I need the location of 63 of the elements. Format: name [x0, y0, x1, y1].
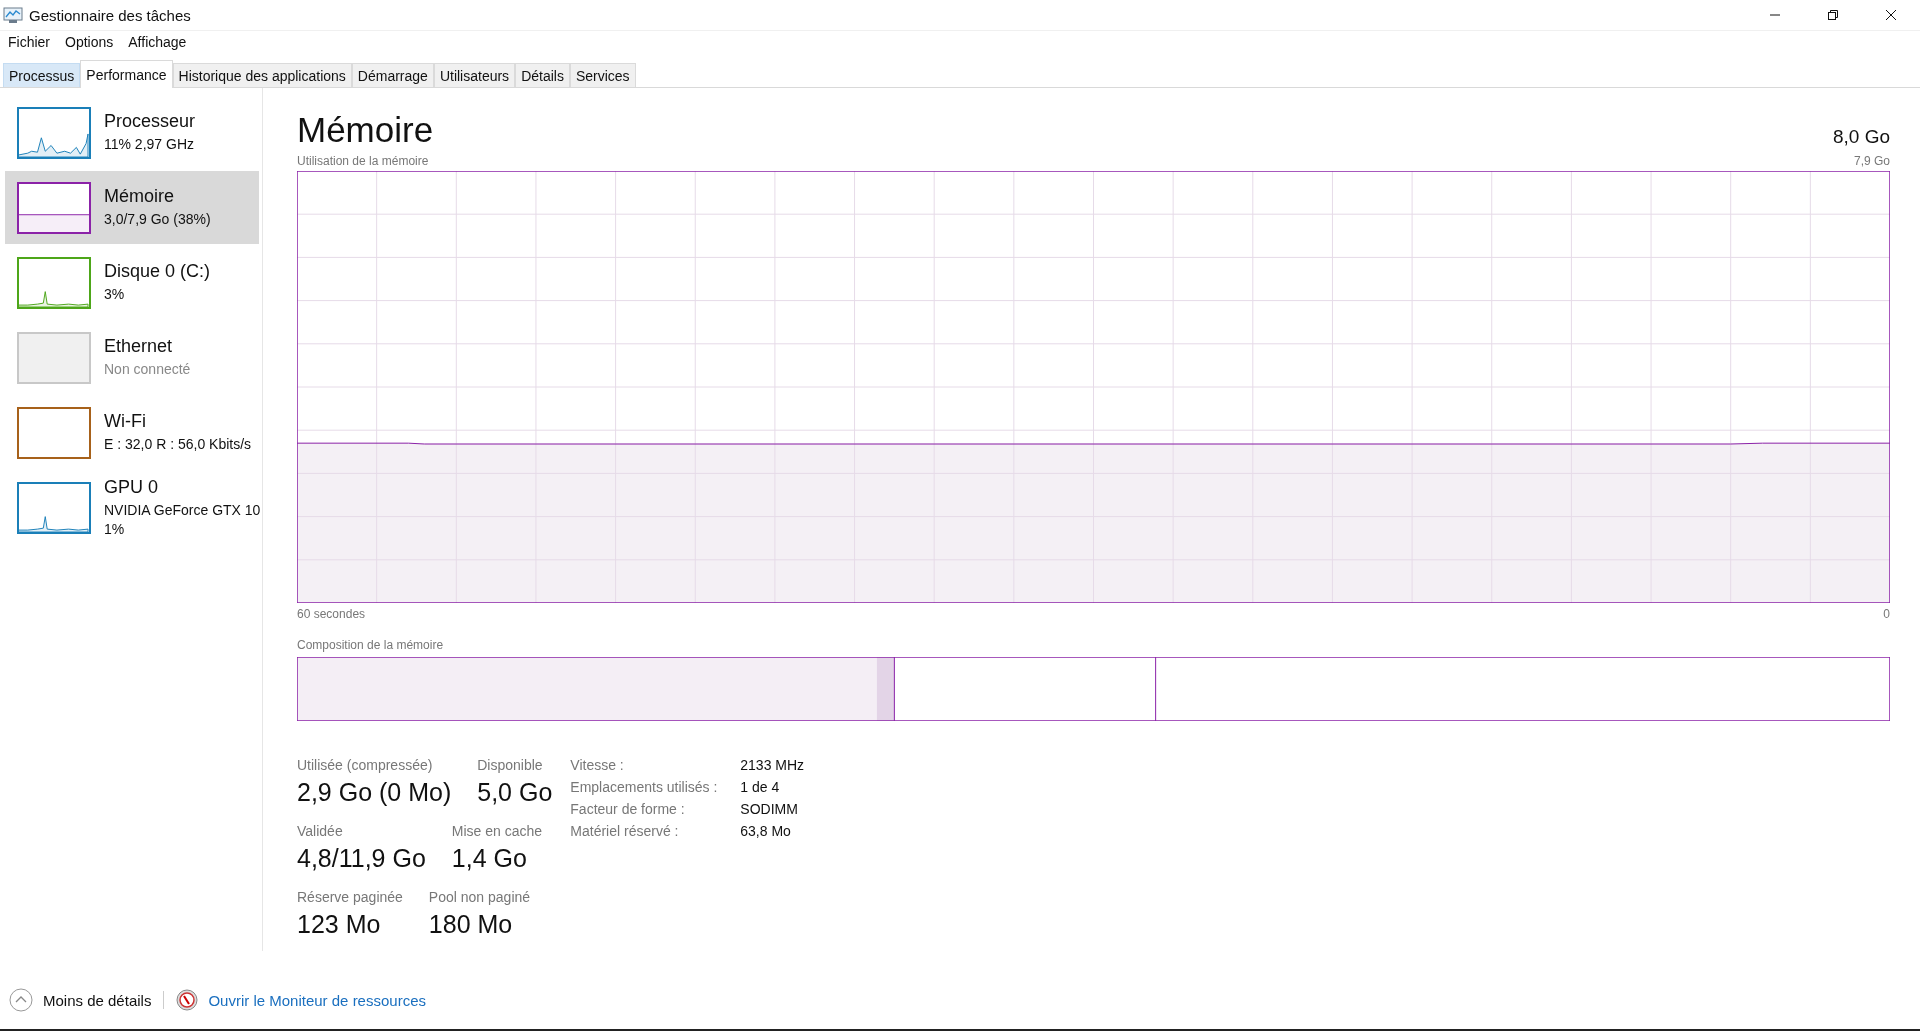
tab[interactable]: Démarrage: [351, 63, 434, 87]
stat-label: Utilisée (compressée): [297, 757, 434, 773]
detail-label: Facteur de forme :: [570, 801, 686, 817]
panel-title: Mémoire: [297, 110, 434, 150]
close-icon: [1885, 9, 1897, 21]
stat-label: Pool non paginé: [428, 889, 531, 905]
menu-item[interactable]: Fichier: [8, 34, 50, 50]
sidebar-item[interactable]: Disque 0 (C:) 3%: [5, 246, 259, 319]
sidebar-item-subtitle: 3%: [104, 285, 126, 304]
graph-max-label: 7,9 Go: [1853, 154, 1890, 168]
sidebar-item-subtitle: 3,0/7,9 Go (38%): [104, 210, 211, 229]
sidebar-item[interactable]: Processeur 11% 2,97 GHz: [5, 96, 259, 169]
stat-value: 1,4 Go: [451, 844, 528, 873]
stat-value: 123 Mo: [297, 910, 382, 939]
tab[interactable]: Utilisateurs: [433, 63, 516, 87]
sidebar-item-title: Ethernet: [104, 336, 174, 357]
gauge-icon: [176, 989, 199, 1011]
sidebar-item-title: GPU 0: [104, 476, 160, 498]
resource-monitor-link[interactable]: Ouvrir le Moniteur de ressources: [208, 991, 426, 1009]
sidebar-item-subtitle: NVIDIA GeForce GTX 10: [104, 500, 261, 520]
menu-item[interactable]: Options: [65, 34, 114, 50]
detail-value: 2133 MHz: [740, 757, 805, 773]
tab[interactable]: Performance: [80, 60, 173, 88]
tab[interactable]: Services: [569, 63, 636, 87]
total-memory: 8,0 Go: [1832, 126, 1890, 148]
restore-icon: [1827, 9, 1839, 21]
sidebar-item-subtitle: Non connecté: [104, 360, 191, 379]
tab[interactable]: Détails: [515, 63, 570, 87]
detail-label: Emplacements utilisés :: [570, 779, 719, 795]
sidebar-item-title: Mémoire: [104, 186, 175, 207]
window-title: Gestionnaire des tâches: [29, 6, 191, 24]
sidebar-item[interactable]: GPU 0 NVIDIA GeForce GTX 10 1%: [5, 471, 259, 544]
time-span-label: 60 secondes: [297, 607, 366, 621]
graph-min-label: 0: [1883, 607, 1890, 621]
stat-value: 5,0 Go: [477, 778, 553, 807]
fewer-details-button[interactable]: Moins de détails: [9, 988, 152, 1012]
detail-value: SODIMM: [740, 801, 799, 817]
tab[interactable]: Processus: [3, 63, 81, 87]
tab[interactable]: Historique des applications: [172, 63, 352, 87]
stat-label: Mise en cache: [451, 823, 543, 839]
detail-label: Vitesse :: [570, 757, 625, 773]
stat-label: Validée: [297, 823, 344, 839]
sidebar-item-subtitle: 11% 2,97 GHz: [104, 135, 195, 154]
collapse-icon: [9, 988, 33, 1012]
detail-value: 1 de 4: [740, 779, 781, 795]
sidebar-item[interactable]: Mémoire 3,0/7,9 Go (38%): [5, 171, 259, 244]
menu-item[interactable]: Affichage: [128, 34, 187, 50]
sidebar-item-title: Processeur: [104, 111, 196, 132]
sidebar-item-title: Disque 0 (C:): [104, 261, 211, 282]
composition-label: Composition de la mémoire: [297, 638, 444, 652]
app-icon: [3, 6, 23, 24]
sidebar-item-subtitle: E : 32,0 R : 56,0 Kbits/s: [104, 435, 252, 454]
stat-label: Réserve paginée: [297, 889, 403, 905]
graph-label: Utilisation de la mémoire: [297, 154, 429, 168]
stat-value: 2,9 Go (0 Mo): [297, 778, 452, 807]
sidebar-item-title: Wi-Fi: [104, 411, 147, 432]
sidebar-item-subtitle: 1%: [104, 519, 126, 539]
stat-value: 180 Mo: [428, 910, 514, 939]
stat-value: 4,8/11,9 Go: [297, 844, 426, 873]
sidebar-item[interactable]: Wi-Fi E : 32,0 R : 56,0 Kbits/s: [5, 396, 259, 469]
detail-label: Matériel réservé :: [570, 823, 680, 839]
stat-label: Disponible: [477, 757, 544, 773]
detail-value: 63,8 Mo: [740, 823, 792, 839]
